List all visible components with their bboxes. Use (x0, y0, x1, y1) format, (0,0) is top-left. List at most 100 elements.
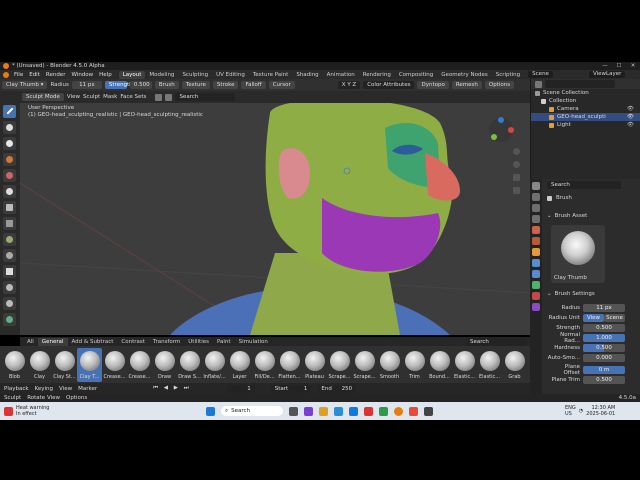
workspace-tab-shading[interactable]: Shading (292, 71, 322, 79)
workspace-tab-compositing[interactable]: Compositing (395, 71, 437, 79)
brush-boundary[interactable]: Bound... (427, 348, 452, 382)
brush-clay[interactable]: Clay (27, 348, 52, 382)
start-icon[interactable] (206, 406, 215, 416)
view-menu[interactable]: View (59, 386, 72, 392)
outliner-item-geo-head[interactable]: GEO-head_sculpti 👁 (531, 113, 640, 121)
face-set-tool-button[interactable] (3, 233, 16, 246)
shelf-tab-contrast[interactable]: Contrast (117, 338, 149, 346)
brush-fill-deepen[interactable]: Fill/De... (252, 348, 277, 382)
file-explorer-icon[interactable] (319, 406, 328, 416)
app-icon-1[interactable] (304, 406, 313, 416)
scene-tab-icon[interactable] (532, 226, 540, 234)
end-frame-field[interactable]: End 250 (317, 384, 357, 393)
outliner-item-scene-collection[interactable]: Scene Collection (531, 89, 640, 97)
clock[interactable]: 12:30 AM 2025-06-01 (586, 405, 615, 417)
brush-draw-sharp[interactable]: Draw S... (177, 348, 202, 382)
transform-tool-button[interactable] (3, 265, 16, 278)
visibility-eye-icon[interactable]: 👁 (627, 122, 634, 128)
task-view-icon[interactable] (289, 406, 298, 416)
brush-flatten[interactable]: Flatten... (277, 348, 302, 382)
mask-menu[interactable]: Mask (103, 94, 117, 100)
workspace-tab-scripting[interactable]: Scripting (492, 71, 524, 79)
menu-render[interactable]: Render (43, 72, 69, 78)
color-attributes-toggle[interactable]: Color Attributes (363, 81, 415, 89)
brush-settings-header[interactable]: ⌄ Brush Settings (547, 291, 595, 297)
shelf-tab-utilities[interactable]: Utilities (184, 338, 213, 346)
hardness-field[interactable]: 0.500 (583, 344, 625, 352)
view-layer-tab-icon[interactable] (532, 215, 540, 223)
perspective-toggle-icon[interactable] (513, 187, 520, 194)
brush-asset-preview[interactable]: Clay Thumb (551, 225, 605, 283)
menu-help[interactable]: Help (96, 72, 115, 78)
overlay-icon[interactable] (165, 93, 173, 101)
mesh-filter-tool-button[interactable] (3, 249, 16, 262)
navigation-gizmo[interactable] (486, 115, 516, 145)
workspace-tab-geometry-nodes[interactable]: Geometry Nodes (437, 71, 491, 79)
camera-view-icon[interactable] (513, 174, 520, 181)
texture-tab-icon[interactable] (532, 303, 540, 311)
strength-field[interactable]: 0.500 (583, 324, 625, 332)
draw-sharp-tool-button[interactable] (3, 121, 16, 134)
workspace-tab-texture-paint[interactable]: Texture Paint (249, 71, 293, 79)
taskbar-search[interactable]: ⌕ Search (221, 406, 283, 416)
brush-elastic-snake[interactable]: Elastic... (477, 348, 502, 382)
brush-smooth[interactable]: Smooth (377, 348, 402, 382)
data-tab-icon[interactable] (532, 281, 540, 289)
options-menu[interactable]: Options (484, 81, 515, 89)
outliner-search-input[interactable] (545, 80, 615, 88)
maximize-button[interactable]: ☐ (612, 63, 626, 69)
brush-selector[interactable]: Clay Thumb ▾ (2, 81, 48, 89)
strength-field[interactable]: 0.500 (129, 81, 152, 89)
annotate-tool-button[interactable] (3, 313, 16, 326)
shelf-tab-simulation[interactable]: Simulation (235, 338, 272, 346)
outliner-item-light[interactable]: Light 👁 (531, 121, 640, 129)
3d-viewport[interactable]: User Perspective (1) GEO-head_sculpting_… (20, 103, 530, 335)
language-indicator[interactable]: ENG US (565, 405, 576, 417)
brush-asset-header[interactable]: ⌄ Brush Asset (547, 213, 587, 219)
cursor-menu[interactable]: Cursor (268, 81, 295, 89)
scene-selector[interactable]: Scene (528, 71, 553, 78)
smooth-tool-button[interactable] (3, 153, 16, 166)
marker-menu[interactable]: Marker (78, 386, 97, 392)
minimize-button[interactable]: — (598, 63, 612, 69)
brush-scrape-fill[interactable]: Scrape... (327, 348, 352, 382)
visibility-eye-icon[interactable]: 👁 (627, 106, 634, 112)
gizmo-y-axis[interactable] (491, 134, 497, 140)
brush-scrape-multiplane[interactable]: Scrape... (352, 348, 377, 382)
stroke-menu[interactable]: Stroke (212, 81, 239, 89)
shelf-tab-general[interactable]: General (37, 337, 68, 346)
pan-icon[interactable] (513, 161, 520, 168)
store-icon[interactable] (349, 406, 358, 416)
brush-grab[interactable]: Grab (502, 348, 527, 382)
current-frame-field[interactable]: 1 (226, 384, 255, 393)
outliner-item-camera[interactable]: Camera 👁 (531, 105, 640, 113)
snake-hook-tool-button[interactable] (3, 185, 16, 198)
sculpt-menu[interactable]: Sculpt (83, 94, 100, 100)
radius-field[interactable]: 11 px (583, 304, 625, 312)
falloff-menu[interactable]: Falloff (241, 81, 266, 89)
texture-menu[interactable]: Texture (181, 81, 210, 89)
workspace-tab-sculpting[interactable]: Sculpting (178, 71, 212, 79)
world-tab-icon[interactable] (532, 237, 540, 245)
brush-crease-sharp[interactable]: Crease... (127, 348, 152, 382)
physics-tab-icon[interactable] (532, 270, 540, 278)
tool-tab-icon[interactable] (532, 182, 540, 190)
brush-crease-polish[interactable]: Crease... (102, 348, 127, 382)
shelf-tab-add-subtract[interactable]: Add & Subtract (68, 338, 118, 346)
output-tab-icon[interactable] (532, 204, 540, 212)
zoom-icon[interactable] (513, 148, 520, 155)
mask-tool-button[interactable] (3, 201, 16, 214)
shading-icon[interactable] (155, 93, 163, 101)
blender-taskbar-icon[interactable] (394, 406, 403, 416)
brush-clay-thumb[interactable]: Clay T... (77, 347, 102, 382)
menu-window[interactable]: Window (68, 72, 96, 78)
menu-edit[interactable]: Edit (26, 72, 43, 78)
workspace-tab-rendering[interactable]: Rendering (359, 71, 395, 79)
view-menu[interactable]: View (67, 94, 80, 100)
playback-controls[interactable]: ⏮ ◀ ▶ ⏭ (153, 385, 191, 392)
outliner-item-collection[interactable]: Collection (531, 97, 640, 105)
app-icon-4[interactable] (409, 406, 418, 416)
clay-tool-button[interactable] (3, 137, 16, 150)
blender-menu-icon[interactable] (3, 71, 9, 78)
shelf-tab-all[interactable]: All (23, 338, 38, 346)
